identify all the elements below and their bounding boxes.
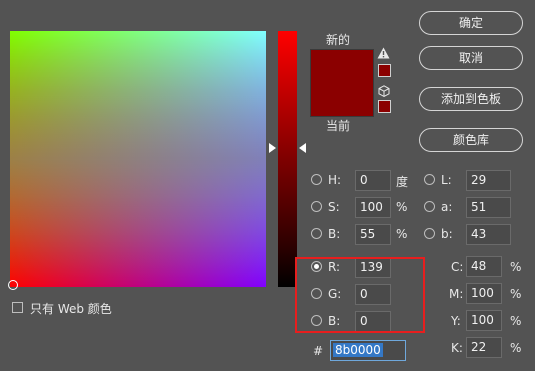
add-to-swatches-button[interactable]: 添加到色板 (419, 87, 523, 111)
h-input[interactable]: 0 (355, 170, 391, 191)
k-label: K: (451, 341, 463, 355)
k-input[interactable]: 22 (466, 337, 502, 358)
lab-b-input[interactable]: 43 (466, 224, 511, 245)
out-of-gamut-swatch[interactable] (378, 64, 391, 77)
radio-b-brightness[interactable] (311, 228, 322, 239)
web-safe-swatch[interactable] (378, 100, 391, 113)
slider-handle-right[interactable] (299, 143, 306, 153)
hex-input[interactable]: 8b0000 (330, 340, 406, 361)
k-unit: % (510, 341, 522, 355)
current-color-label: 当前 (326, 119, 351, 133)
web-colors-label: 只有 Web 颜色 (30, 302, 112, 316)
cancel-button[interactable]: 取消 (419, 46, 523, 70)
h-unit: 度 (396, 175, 409, 189)
lab-b-label: b: (441, 227, 453, 241)
hex-value: 8b0000 (333, 343, 383, 357)
s-unit: % (396, 200, 408, 214)
warning-icon[interactable] (377, 47, 390, 62)
l-input[interactable]: 29 (466, 170, 511, 191)
a-input[interactable]: 51 (466, 197, 511, 218)
rgb-highlight-box (295, 257, 425, 333)
radio-l[interactable] (424, 174, 435, 185)
color-field[interactable] (10, 31, 266, 287)
c-unit: % (510, 260, 522, 274)
new-color-label: 新的 (326, 33, 351, 47)
c-input[interactable]: 48 (466, 256, 502, 277)
cube-icon[interactable] (378, 85, 390, 100)
ok-button[interactable]: 确定 (419, 11, 523, 35)
color-preview-swatch[interactable] (310, 49, 374, 117)
b-brightness-input[interactable]: 55 (355, 224, 391, 245)
slider-handle-left[interactable] (269, 143, 276, 153)
color-field-picker-ring[interactable] (8, 280, 18, 290)
color-libraries-button[interactable]: 颜色库 (419, 128, 523, 152)
h-label: H: (328, 173, 342, 187)
radio-s[interactable] (311, 201, 322, 212)
m-unit: % (510, 287, 522, 301)
m-input[interactable]: 100 (466, 283, 502, 304)
m-label: M: (449, 287, 464, 301)
y-input[interactable]: 100 (466, 310, 502, 331)
radio-a[interactable] (424, 201, 435, 212)
radio-lab-b[interactable] (424, 228, 435, 239)
radio-h[interactable] (311, 174, 322, 185)
web-colors-checkbox[interactable] (12, 302, 23, 313)
b-brightness-unit: % (396, 227, 408, 241)
y-label: Y: (451, 314, 461, 328)
hex-label: # (313, 344, 324, 358)
y-unit: % (510, 314, 522, 328)
c-label: C: (451, 260, 464, 274)
b-brightness-label: B: (328, 227, 341, 241)
s-label: S: (328, 200, 340, 214)
l-label: L: (441, 173, 452, 187)
a-label: a: (441, 200, 453, 214)
color-slider[interactable] (278, 31, 297, 287)
s-input[interactable]: 100 (355, 197, 391, 218)
